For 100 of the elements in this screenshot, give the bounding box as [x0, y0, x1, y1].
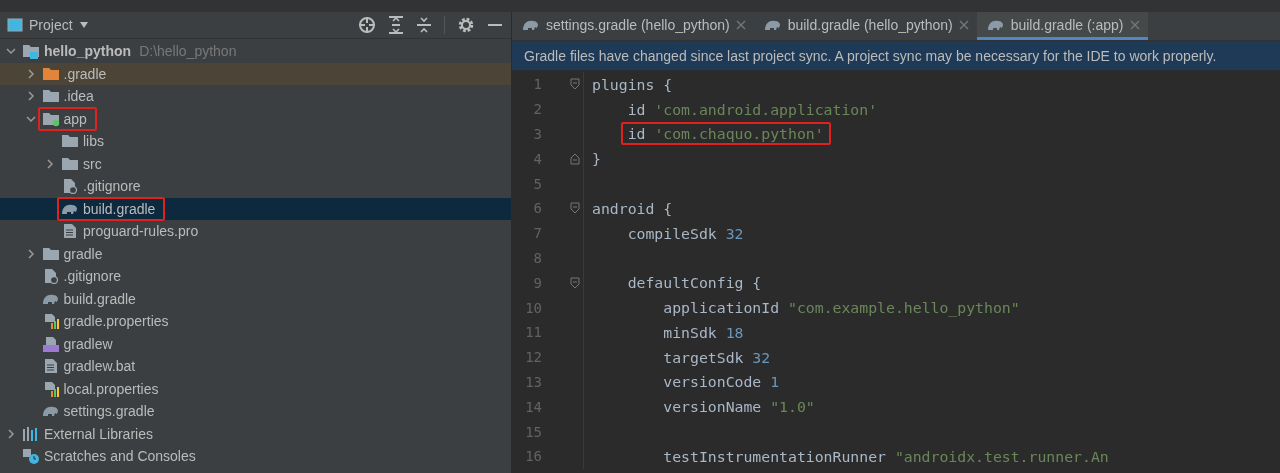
tree-row[interactable]: src	[0, 152, 511, 175]
code-line: android {	[592, 199, 673, 217]
chevron-right-icon[interactable]	[6, 428, 16, 439]
folder-icon	[41, 88, 60, 105]
line-number: 11	[524, 324, 542, 341]
tree-item-label: proguard-rules.pro	[83, 223, 199, 240]
line-number: 3	[532, 126, 542, 142]
tree-row[interactable]: libs	[0, 130, 511, 153]
tree-item-label: settings.gradle	[63, 403, 155, 420]
tree-row[interactable]: settings.gradle	[0, 400, 511, 423]
code-line: versionCode 1	[662, 373, 780, 391]
scratches-icon	[22, 448, 40, 465]
tree-row[interactable]: build.gradle	[0, 287, 511, 310]
chevron-right-icon[interactable]	[25, 68, 36, 79]
tree-row[interactable]: .gitignore	[0, 175, 511, 198]
tree-row[interactable]: .gitignore	[0, 265, 511, 288]
tree-row[interactable]: build.gradle	[0, 197, 511, 220]
line-number: 1	[532, 76, 542, 93]
tree-item-label: gradle.properties	[63, 313, 169, 330]
tree-row[interactable]: app	[0, 107, 511, 130]
line-number: 4	[532, 150, 542, 167]
settings-icon[interactable]	[457, 16, 475, 34]
folder-icon	[61, 133, 79, 150]
text-file-icon	[61, 223, 79, 240]
locate-icon[interactable]	[358, 16, 376, 34]
chevron-right-icon[interactable]	[45, 158, 55, 169]
line-number: 5	[532, 175, 542, 192]
libraries-icon	[22, 425, 40, 442]
fold-icon[interactable]	[570, 202, 580, 215]
tree-row[interactable]: .gradle	[0, 62, 511, 85]
chevron-right-icon[interactable]	[25, 91, 36, 102]
tree-row[interactable]: hello_python D:\hello_python	[0, 40, 511, 63]
tree-row[interactable]: .idea	[0, 85, 511, 108]
chevron-right-icon[interactable]	[25, 248, 36, 259]
tree-item-label: local.properties	[63, 380, 159, 397]
code-line: targetSdk 32	[662, 348, 771, 366]
collapse-all-icon[interactable]	[416, 16, 432, 34]
line-number: 2	[532, 101, 542, 118]
project-view-dropdown[interactable]: Project	[5, 17, 91, 33]
sync-notification-bar: Gradle files have changed since last project sync. A project sync may be necessary for the IDE to work properly.	[512, 41, 1280, 70]
module-folder-icon	[22, 43, 40, 60]
editor-tab[interactable]: settings.gradle (hello_python)	[512, 12, 754, 40]
tree-row[interactable]: gradlew.bat	[0, 355, 511, 378]
close-icon[interactable]	[958, 19, 969, 30]
tree-item-label: app	[63, 110, 87, 127]
close-icon[interactable]	[1129, 19, 1140, 30]
code-line: defaultConfig {	[626, 274, 762, 292]
folder-icon	[61, 155, 79, 172]
tree-item-label: src	[83, 155, 102, 172]
caret-icon	[78, 21, 89, 29]
module-path: D:\hello_python	[139, 43, 237, 60]
tree-row[interactable]: gradlew	[0, 332, 511, 355]
line-number: 16	[524, 448, 542, 465]
tree-item-label: External Libraries	[44, 425, 153, 442]
code-line: minSdk 18	[662, 323, 744, 341]
close-icon[interactable]	[735, 19, 746, 30]
fold-icon[interactable]	[570, 78, 580, 91]
chevron-down-icon[interactable]	[25, 113, 36, 124]
tree-row[interactable]: Scratches and Consoles	[0, 445, 511, 468]
line-number: 12	[524, 349, 542, 366]
tree-item-label: gradlew	[63, 335, 113, 352]
tree-row[interactable]: local.properties	[0, 377, 511, 400]
ignored-file-icon	[61, 178, 79, 195]
tree-item-label: .gitignore	[83, 178, 141, 195]
folder-icon	[41, 65, 60, 82]
line-number: 13	[524, 373, 542, 390]
code-line: versionName "1.0"	[662, 398, 815, 416]
code-line: plugins {	[592, 75, 673, 93]
code-line: testInstrumentationRunner "androidx.test.runner.An	[662, 447, 1109, 465]
tree-item-label: .idea	[63, 88, 94, 105]
panel-title: Project	[29, 17, 73, 33]
tree-item-label: libs	[83, 133, 104, 150]
tree-row[interactable]: gradle	[0, 242, 511, 265]
tree-item-label: build.gradle	[83, 200, 156, 217]
chevron-down-icon[interactable]	[6, 46, 16, 57]
fold-icon[interactable]	[570, 276, 580, 289]
tree-item-label: .gitignore	[63, 268, 122, 285]
fold-icon[interactable]	[570, 152, 580, 165]
editor-tab[interactable]: build.gradle (:app)	[976, 12, 1148, 40]
script-file-icon	[41, 335, 60, 352]
code-line: id 'com.chaquo.python'	[627, 125, 824, 143]
line-number: 8	[532, 249, 542, 266]
window-icon	[7, 18, 23, 32]
editor-tab[interactable]: build.gradle (hello_python)	[753, 12, 977, 40]
line-number: 15	[524, 423, 542, 440]
line-number: 6	[532, 200, 542, 217]
line-number: 7	[532, 225, 542, 242]
tree-item-label: .gradle	[63, 65, 107, 82]
tree-row[interactable]: gradle.properties	[0, 310, 511, 333]
line-number: 9	[532, 274, 542, 291]
code-line: applicationId "com.example.hello_python"	[662, 299, 1020, 317]
tree-row[interactable]: External Libraries	[0, 422, 511, 445]
line-number: 14	[524, 398, 542, 415]
tree-row[interactable]: proguard-rules.pro	[0, 220, 511, 243]
expand-all-icon[interactable]	[388, 16, 404, 34]
line-number: 10	[524, 299, 542, 316]
tree-item-label: build.gradle	[63, 290, 136, 307]
folder-icon	[41, 245, 60, 262]
tree-item-label: gradlew.bat	[63, 358, 136, 375]
code-line: id 'com.android.application'	[626, 100, 878, 118]
